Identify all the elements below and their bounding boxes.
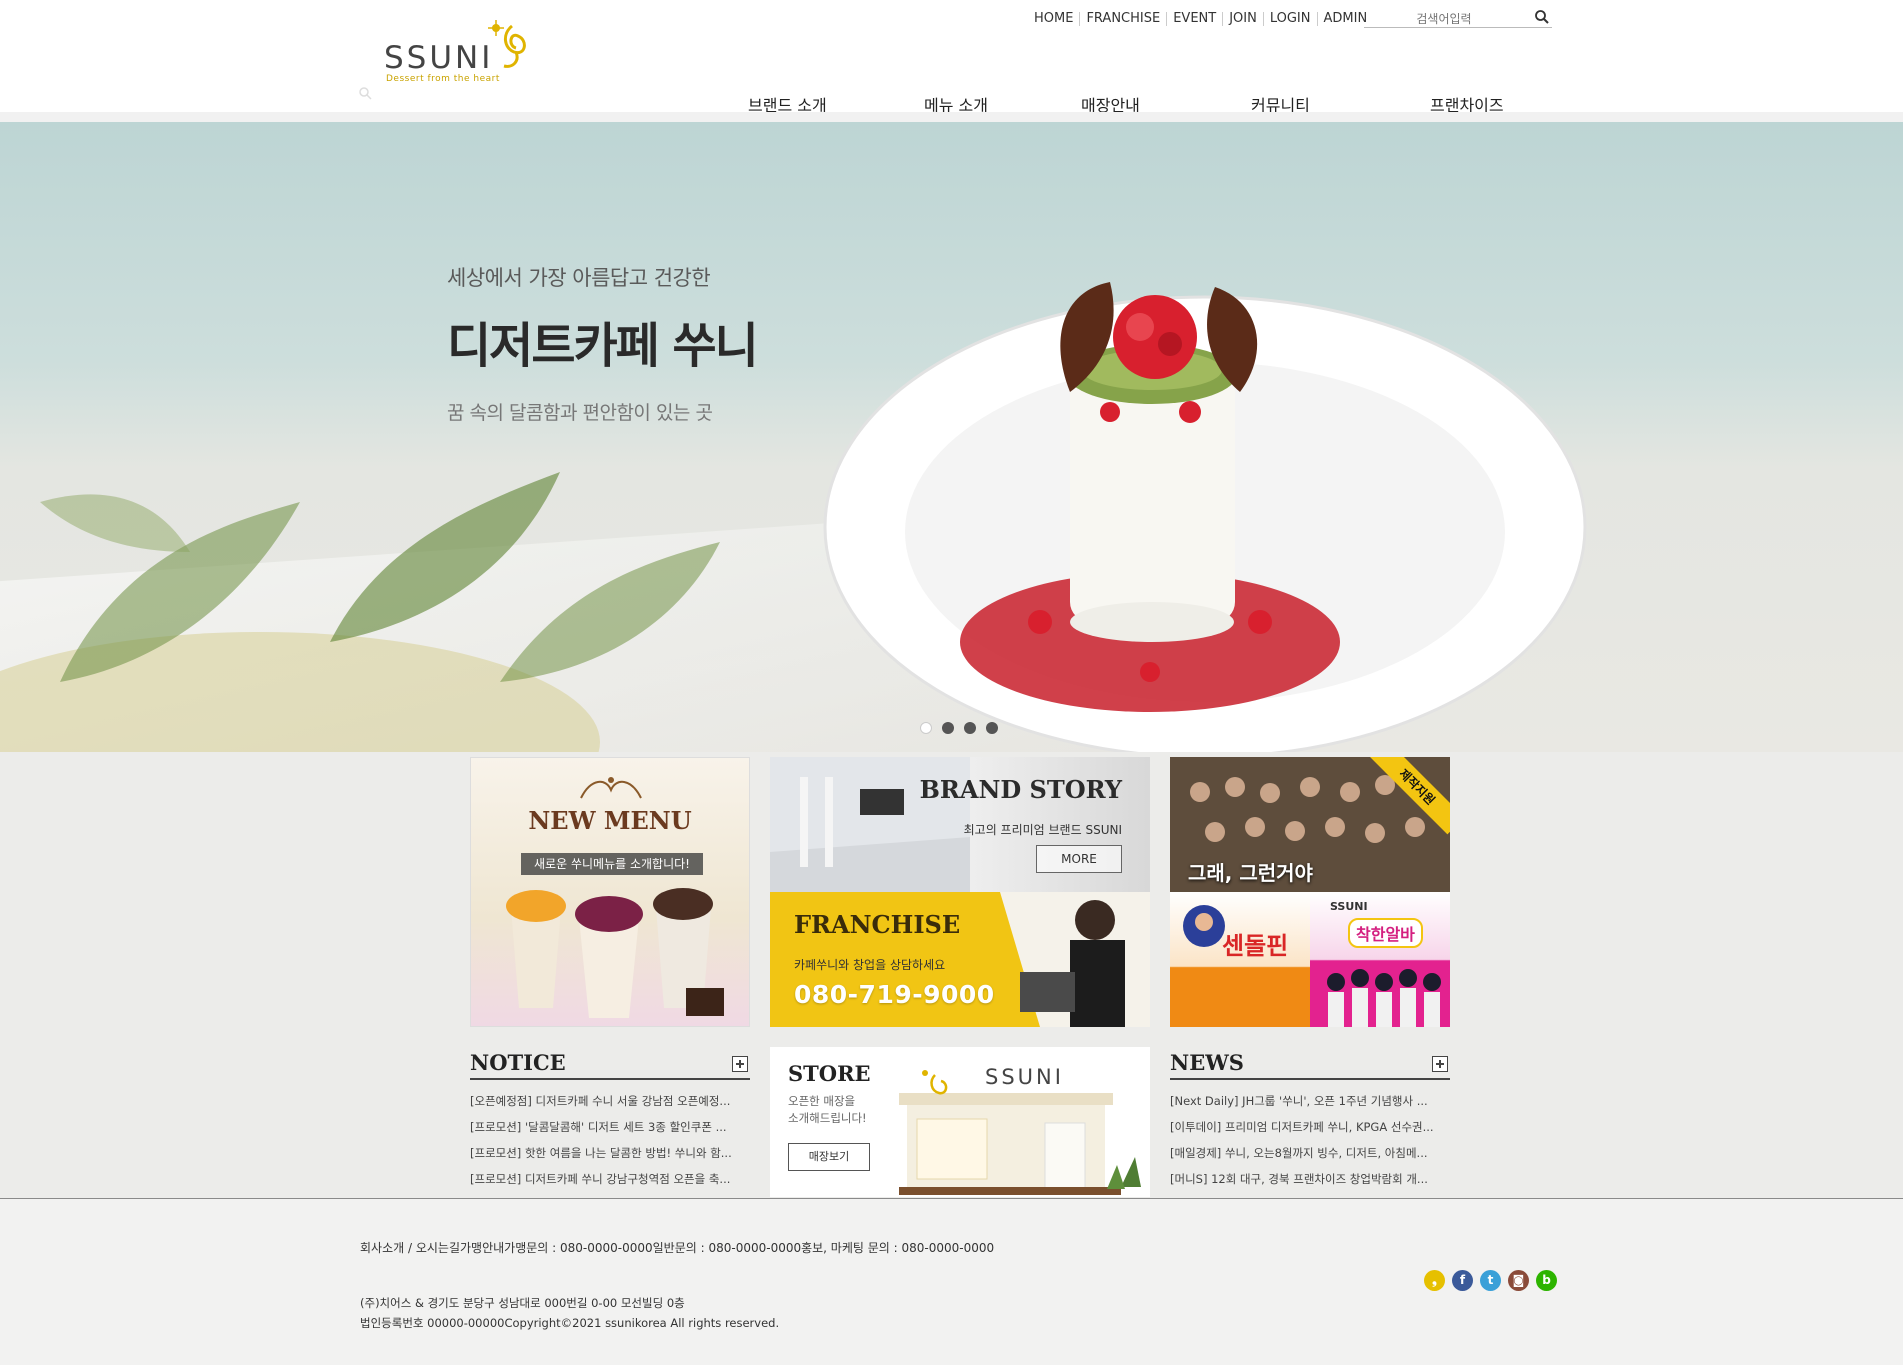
util-franchise-link[interactable]: FRANCHISE [1079, 12, 1166, 26]
util-event-link[interactable]: EVENT [1166, 12, 1222, 26]
drama-title: 그래, 그런거야 [1188, 861, 1313, 885]
notice-rule [470, 1078, 750, 1080]
site-header: SSUNI Dessert from the heart HOME FRANCH… [0, 0, 1903, 116]
brand-story-banner[interactable]: BRAND STORY 최고의 프리미엄 브랜드 SSUNI MORE [770, 757, 1150, 892]
footer-copyright: 법인등록번호 00000-00000Copyright©2021 ssuniko… [360, 1316, 780, 1330]
logo-flower-icon [488, 20, 526, 68]
slider-dot-1[interactable] [920, 722, 932, 734]
store-title: STORE [788, 1061, 871, 1086]
brand-story-title: BRAND STORY [919, 775, 1122, 804]
franchise-description: 카페쑤니와 창업을 상담하세요 [794, 958, 946, 972]
social-links: ❟ f t ◙ b [1424, 1270, 1557, 1291]
franchise-phone: 080-719-9000 [794, 980, 995, 1009]
util-join-link[interactable]: JOIN [1222, 12, 1263, 26]
slider-dot-4[interactable] [986, 722, 998, 734]
franchise-title: FRANCHISE [794, 910, 961, 939]
search-icon [359, 87, 372, 100]
facebook-icon[interactable]: f [1452, 1270, 1473, 1291]
franchise-barista-image [1000, 892, 1150, 1027]
hero-subtitle: 세상에서 가장 아름답고 건강한 [447, 266, 711, 290]
hero-slider: 세상에서 가장 아름답고 건강한 디저트카페 쑤니 꿈 속의 달콤함과 편안함이… [0, 122, 1903, 752]
logo-tagline: Dessert from the heart [386, 74, 500, 84]
promo-tag: 착한알바 [1348, 918, 1423, 948]
news-more-button[interactable] [1432, 1056, 1448, 1072]
footer-contact: 회사소개 / 오시는길가맹안내가맹문의 : 080-0000-0000일반문의 … [360, 1241, 995, 1255]
util-home-link[interactable]: HOME [1030, 12, 1079, 26]
brand-story-more-button[interactable]: MORE [1036, 845, 1122, 873]
list-item[interactable]: [이투데이] 프리미엄 디저트카페 쑤니, KPGA 선수권... [1170, 1114, 1450, 1140]
new-menu-subtitle: 새로운 쑤니메뉴를 소개합니다! [521, 853, 703, 875]
event-banner-drama[interactable]: 제작지원 그래, 그런거야 [1170, 757, 1450, 892]
site-footer: 회사소개 / 오시는길가맹안내가맹문의 : 080-0000-0000일반문의 … [0, 1198, 1903, 1365]
hero-text: 세상에서 가장 아름답고 건강한 디저트카페 쑤니 꿈 속의 달콤함과 편안함이… [447, 262, 759, 425]
slider-dot-3[interactable] [964, 722, 976, 734]
news-rule [1170, 1078, 1450, 1080]
list-item[interactable]: [프로모션] '달콤달콤해' 디저트 세트 3종 할인쿠폰 ... [470, 1114, 750, 1140]
utility-nav: HOME FRANCHISE EVENT JOIN LOGIN ADMIN [1030, 12, 1373, 26]
twitter-icon[interactable]: t [1480, 1270, 1501, 1291]
notice-list: [오픈예정점] 디저트카페 수니 서울 강남점 오픈예정... [프로모션] '… [470, 1088, 750, 1192]
store-sign: SSUNI [985, 1065, 1064, 1089]
store-view-button[interactable]: 매장보기 [788, 1143, 870, 1171]
header-divider [0, 112, 1903, 122]
logo-text: SSUNI [384, 40, 494, 76]
kakaostory-icon[interactable]: ❟ [1424, 1270, 1445, 1291]
promo-show-name: 센돌핀 [1222, 932, 1289, 960]
list-item[interactable]: [프로모션] 핫한 여름을 나는 달콤한 방법! 쑤니와 함... [470, 1140, 750, 1166]
list-item[interactable]: [오픈예정점] 디저트카페 수니 서울 강남점 오픈예정... [470, 1088, 750, 1114]
franchise-banner[interactable]: FRANCHISE 카페쑤니와 창업을 상담하세요 080-719-9000 [770, 892, 1150, 1027]
logo[interactable]: SSUNI Dessert from the heart [380, 18, 550, 88]
instagram-icon[interactable]: ◙ [1508, 1270, 1529, 1291]
promo-group-image [1327, 969, 1441, 1027]
news-list: [Next Daily] JH그룹 '쑤니', 오픈 1주년 기념행사 ... … [1170, 1088, 1450, 1192]
slider-pagination [920, 722, 998, 734]
notice-more-button[interactable] [732, 1056, 748, 1072]
hero-title: 디저트카페 쑤니 [447, 318, 759, 374]
slider-dot-2[interactable] [942, 722, 954, 734]
brand-story-description: 최고의 프리미엄 브랜드 SSUNI [963, 823, 1122, 837]
new-menu-banner[interactable]: NEW MENU 새로운 쑤니메뉴를 소개합니다! [470, 757, 750, 1027]
util-login-link[interactable]: LOGIN [1262, 12, 1317, 26]
search-box [1364, 8, 1552, 28]
promo-avatar-image [1183, 905, 1225, 947]
hero-dessert-image [823, 282, 1587, 752]
notice-title: NOTICE [470, 1050, 566, 1075]
hero-description: 꿈 속의 달콤함과 편안함이 있는 곳 [447, 402, 713, 424]
list-item[interactable]: [머니S] 12회 대구, 경북 프랜차이즈 창업박람회 개... [1170, 1166, 1450, 1192]
store-banner: STORE 오픈한 매장을 소개해드립니다! 매장보기 SSUNI [770, 1047, 1150, 1197]
footer-address: (주)치어스 & 경기도 분당구 성남대로 000번길 0-00 모선빌딩 0층 [360, 1296, 685, 1310]
new-menu-desserts-image [506, 888, 724, 1018]
search-input[interactable] [1364, 10, 1524, 26]
event-banner-promo[interactable]: 센돌핀 SSUNI 착한알바 [1170, 892, 1450, 1027]
store-description: 오픈한 매장을 소개해드립니다! [788, 1094, 867, 1125]
promo-brand: SSUNI [1330, 900, 1368, 913]
blog-icon[interactable]: b [1536, 1270, 1557, 1291]
list-item[interactable]: [프로모션] 디저트카페 쑤니 강남구청역점 오픈을 축... [470, 1166, 750, 1192]
list-item[interactable]: [매일경제] 쑤니, 오는8월까지 빙수, 디저트, 아침메... [1170, 1140, 1450, 1166]
search-button-icon[interactable] [1534, 9, 1550, 25]
new-menu-title: NEW MENU [528, 806, 692, 835]
list-item[interactable]: [Next Daily] JH그룹 '쑤니', 오픈 1주년 기념행사 ... [1170, 1088, 1450, 1114]
ornament-icon [580, 777, 642, 799]
news-title: NEWS [1170, 1050, 1244, 1075]
